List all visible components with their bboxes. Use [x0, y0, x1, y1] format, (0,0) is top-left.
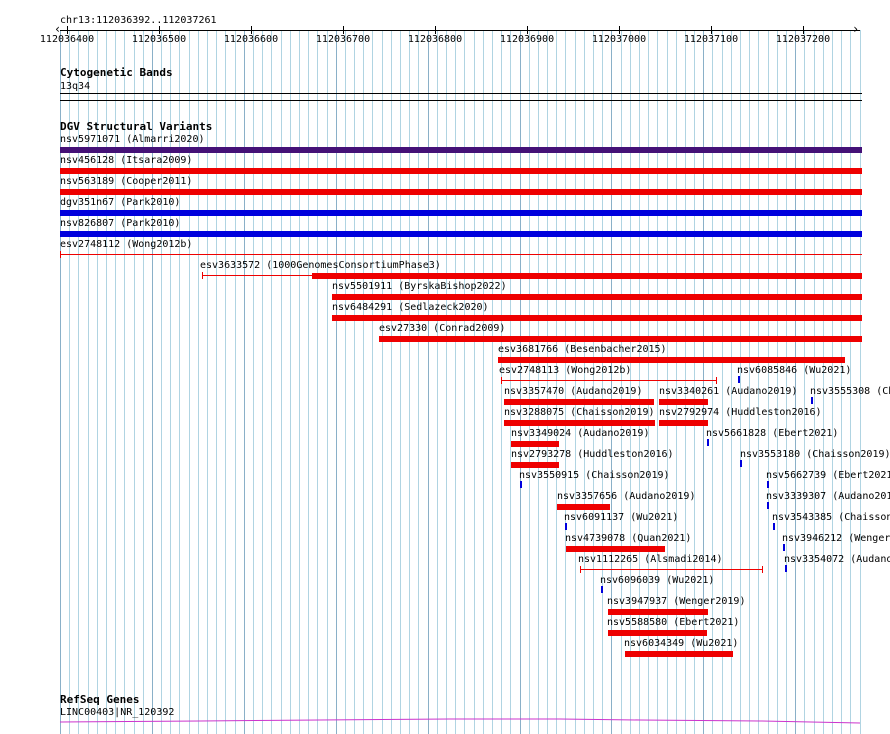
genome-browser-view: chr13:112036392..112037261 112036400 1120… [0, 0, 890, 734]
refseq-gene-track [59, 718, 861, 724]
refseq-gene-line[interactable] [59, 718, 861, 724]
